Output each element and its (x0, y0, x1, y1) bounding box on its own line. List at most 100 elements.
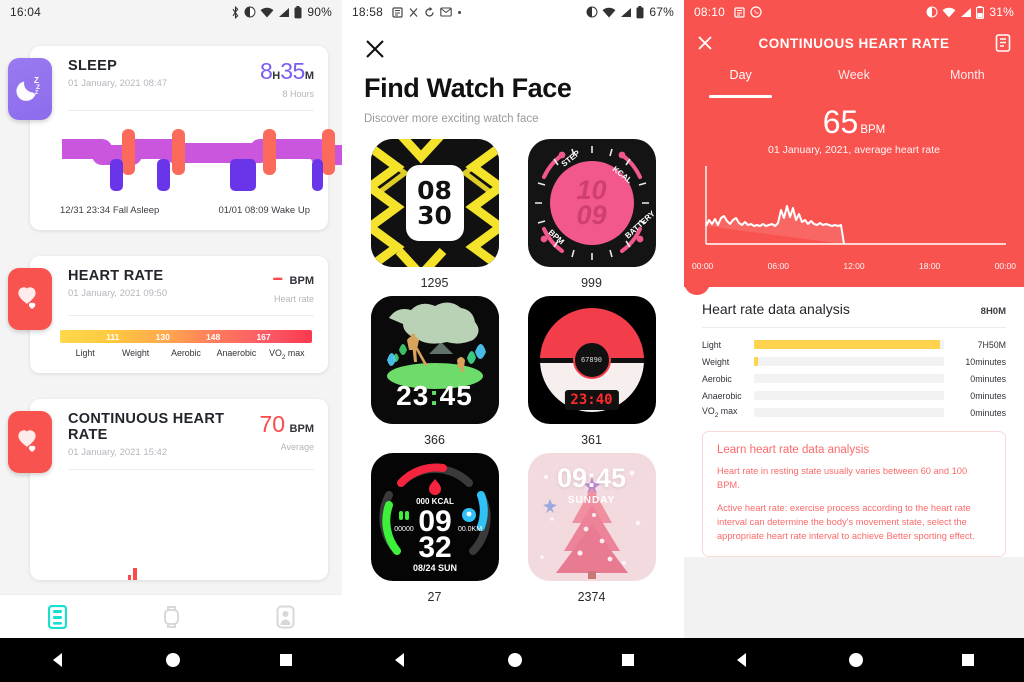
close-icon (366, 40, 384, 58)
row-fill (754, 340, 941, 349)
watch-face-item[interactable]: 67890 23:40 361 (521, 296, 662, 447)
face-xmas-preview[interactable]: 09:45 SUNDAY (527, 453, 656, 581)
face-xmas-day: SUNDAY (567, 495, 616, 506)
heart-icon (8, 268, 52, 330)
health-card-icon (47, 604, 67, 629)
face-rings-preview[interactable]: 000 KCAL 09 32 00000 00.0KM 08/24 SUN (370, 453, 499, 581)
continuous-mini-chart (30, 470, 328, 580)
whatsapp-icon (750, 6, 762, 18)
watch-face-grid: 08 30 1295 STEP KCAL BATTERY BPM 10 09 9… (342, 125, 684, 604)
status-time: 16:04 (10, 5, 42, 19)
status-icons: 67% (586, 5, 674, 19)
analysis-panel: Heart rate data analysis 8H0M Light 7H50… (684, 287, 1024, 557)
android-navbar-2 (342, 638, 684, 682)
row-value: 0minutes (970, 407, 1006, 418)
sleep-hours-value: 8 (259, 58, 273, 84)
android-navbar-3 (684, 638, 1024, 682)
svg-text:00.0KM: 00.0KM (457, 526, 481, 533)
svg-text:Z: Z (35, 90, 38, 96)
watch-face-count: 366 (424, 433, 445, 447)
bpm-caption: 01 January, 2021, average heart rate (767, 144, 940, 156)
heart-rate-title: HEART RATE (68, 268, 164, 284)
back-icon[interactable] (391, 651, 409, 669)
tab-day[interactable]: Day (684, 62, 797, 98)
face-giraffe-time: 23:45 (371, 380, 499, 412)
home-icon[interactable] (165, 652, 181, 668)
heart-rate-card[interactable]: HEART RATE 01 January, 2021 09:50 -- BPM… (8, 256, 328, 373)
battery-percent: 67% (649, 5, 674, 19)
watch-face-count: 27 (427, 590, 442, 604)
battery-percent: 31% (989, 5, 1014, 19)
recents-icon[interactable] (621, 653, 635, 667)
face-pokeball-time: 23:40 (564, 390, 619, 410)
tab-week[interactable]: Week (797, 62, 910, 96)
axis-label-3: 18:00 (919, 261, 941, 271)
recents-icon[interactable] (279, 653, 293, 667)
watch-face-item[interactable]: 09:45 SUNDAY 2374 (521, 453, 662, 604)
continuous-heart-rate-card[interactable]: CONTINUOUS HEART RATE 01 January, 2021 1… (8, 398, 328, 580)
back-icon[interactable] (49, 651, 67, 669)
notch-circle (684, 269, 710, 295)
watch-face-item[interactable]: 000 KCAL 09 32 00000 00.0KM 08/24 SUN 27 (364, 453, 505, 604)
watch-face-count: 2374 (577, 590, 606, 604)
face-time-hour: 23 (396, 380, 430, 411)
screenshot-root: 16:04 90% Z Z Z SLEEP 01 January, 2021 0… (0, 0, 1024, 682)
watch-face-item[interactable]: 23:45 366 (364, 296, 505, 447)
svg-text:08/24 SUN: 08/24 SUN (412, 563, 456, 573)
row-label: Light (702, 339, 722, 350)
back-icon[interactable] (733, 651, 751, 669)
period-tabs: Day Week Month (684, 62, 1024, 98)
analysis-title: Heart rate data analysis (702, 301, 850, 317)
watch-face-item[interactable]: STEP KCAL BATTERY BPM 10 09 999 (521, 139, 662, 290)
heart-rate-zone-bar: 111 130 148 167 Light Weight Aerobic Ana… (30, 316, 328, 373)
row-fill (754, 357, 758, 366)
face-pink-ring-preview[interactable]: STEP KCAL BATTERY BPM 10 09 (527, 139, 656, 267)
face-pokeball-preview[interactable]: 67890 23:40 (527, 296, 656, 424)
sidebar-item-health[interactable] (0, 604, 114, 629)
sd-card-icon (734, 6, 745, 18)
face-label-kcal: KCAL (610, 164, 633, 185)
sleep-card[interactable]: Z Z Z SLEEP 01 January, 2021 08:47 8H35M (8, 46, 342, 230)
list-icon[interactable] (994, 34, 1012, 52)
row-track (754, 391, 944, 400)
sleep-card-title: SLEEP (68, 58, 118, 74)
table-row: VO2 max 0minutes (702, 404, 1006, 421)
axis-label-4: 00:00 (994, 261, 1016, 271)
face-chevron-time: 08 30 (405, 165, 464, 241)
status-bar-3: 08:10 31% (684, 0, 1024, 24)
table-row: Weight 10minutes (702, 353, 1006, 370)
row-track (754, 357, 944, 366)
signal-icon (621, 7, 632, 17)
battery-icon (294, 5, 302, 18)
page-subtitle: Discover more exciting watch face (364, 113, 539, 125)
row-value: 0minutes (970, 390, 1006, 401)
recents-icon[interactable] (961, 653, 975, 667)
scissors-icon (409, 7, 418, 17)
sidebar-item-device[interactable] (114, 605, 228, 629)
tab-month[interactable]: Month (911, 62, 1024, 96)
home-icon[interactable] (848, 652, 864, 668)
status-bar-1: 16:04 90% (0, 0, 342, 24)
dnd-icon (586, 6, 598, 18)
face-giraffe-preview[interactable]: 23:45 (370, 296, 499, 424)
bpm-summary: 65 BPM 01 January, 2021, average heart ra… (684, 96, 1024, 156)
close-button[interactable] (342, 24, 684, 65)
battery-percent: 90% (307, 5, 332, 19)
home-icon[interactable] (507, 652, 523, 668)
face-time-top: 08 (417, 175, 452, 205)
watch-icon (163, 605, 179, 628)
row-track (754, 374, 944, 383)
face-chevron-preview[interactable]: 08 30 (370, 139, 499, 267)
screen-health-dashboard: 16:04 90% Z Z Z SLEEP 01 January, 2021 0… (0, 0, 342, 682)
watch-face-item[interactable]: 08 30 1295 (364, 139, 505, 290)
wifi-icon (942, 7, 956, 17)
zone-label-vo2max: VO2 max (269, 348, 305, 361)
sidebar-item-profile[interactable] (228, 605, 342, 629)
face-xmas-time: 09:45 (556, 463, 627, 493)
continuous-caption: Average (280, 441, 314, 452)
analysis-header: Heart rate data analysis 8H0M (684, 287, 1024, 317)
continuous-unit: BPM (289, 422, 314, 435)
learn-title: Learn heart rate data analysis (717, 444, 870, 456)
sleep-card-subtitle: 01 January, 2021 08:47 (68, 78, 168, 89)
close-icon[interactable] (696, 34, 714, 52)
